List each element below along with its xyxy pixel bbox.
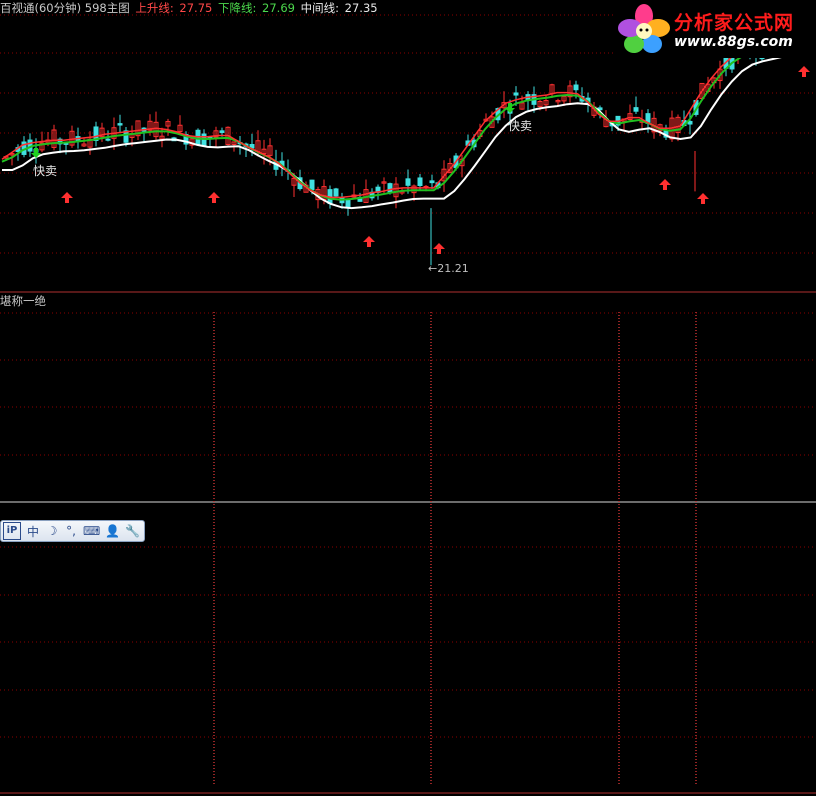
candle-body [333,188,339,197]
candle-body [573,84,579,91]
down-line-value: 27.69 [262,1,295,15]
chart-header: 百视通(60分钟) 598主图 上升线: 27.75 下降线: 27.69 中间… [0,0,380,16]
kline-chart[interactable] [0,0,816,796]
half-width-icon[interactable]: ☽ [45,523,59,539]
signal-vertical-lines [213,312,697,784]
low-price-label: ←21.21 [428,262,469,275]
down-line-label: 下降线: [218,1,261,15]
up-line-label: 上升线: [135,1,178,15]
mid-line-label: 中间线: [300,1,343,15]
candle-body [309,179,315,191]
flower-logo-icon [618,4,670,53]
subpanel-title: 堪称一绝 [0,294,46,308]
buy-arrow-icon [659,179,671,190]
candle-body [117,123,123,126]
site-logo: 分析家公式网 www.88gs.com [614,0,816,58]
buy-arrow-icon [798,66,810,77]
ime-mode-button[interactable]: 中 [26,523,40,539]
ime-logo-icon[interactable]: iP [3,522,21,540]
buy-arrow-icon [208,192,220,203]
mid-line-value: 27.35 [344,1,378,15]
candle-body [219,130,225,133]
candle-body [633,107,639,112]
buy-arrow-icon [433,243,445,254]
chart-title: 百视通(60分钟) 598主图 [0,1,130,15]
candle-body [417,177,423,187]
candle-body [345,199,351,208]
signal-arrows [31,66,810,254]
sell-signal-label: 快卖 [33,164,58,178]
tool-icon[interactable]: 🔧 [125,523,140,539]
punctuation-icon[interactable]: °, [64,523,78,539]
logo-url: www.88gs.com [674,34,793,50]
candle-body [405,178,411,186]
keyboard-icon[interactable]: ⌨ [83,523,100,539]
candle-body [429,180,435,184]
user-icon[interactable]: 👤 [105,523,120,539]
candle-body [513,92,519,96]
logo-name: 分析家公式网 [674,12,795,34]
sell-signal-label: 快卖 [508,119,533,133]
candle-body [387,183,393,193]
ime-toolbar[interactable]: iP 中 ☽ °, ⌨ 👤 🔧 [0,520,145,542]
buy-arrow-icon [697,193,709,204]
candle-body [105,138,111,141]
buy-arrow-icon [61,192,73,203]
up-line-value: 27.75 [179,1,213,15]
buy-arrow-icon [363,236,375,247]
